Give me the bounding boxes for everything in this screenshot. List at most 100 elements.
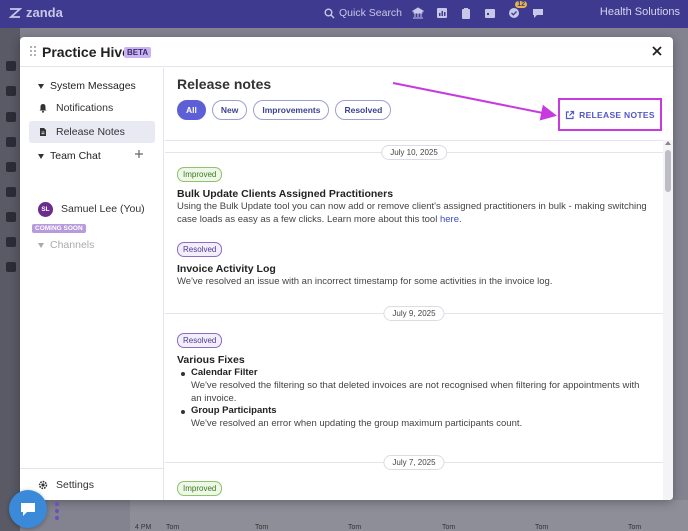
settings-nav-icon[interactable] xyxy=(6,237,16,247)
date-label: July 9, 2025 xyxy=(383,306,445,321)
background-calendar-row: 4 PM Tom Tom Tom Tom Tom Tom xyxy=(130,500,688,531)
billing-nav-icon[interactable] xyxy=(6,112,16,122)
filter-resolved[interactable]: Resolved xyxy=(335,100,392,120)
account-menu[interactable]: Health Solutions xyxy=(600,6,680,18)
chevron-down-icon xyxy=(38,153,44,159)
documents-nav-icon[interactable] xyxy=(6,212,16,222)
coming-soon-badge: COMING SOON xyxy=(32,224,86,233)
filter-improvements[interactable]: Improvements xyxy=(253,100,330,120)
scroll-up-icon[interactable] xyxy=(665,141,671,145)
calendar-icon[interactable] xyxy=(484,7,496,19)
status-badge: Resolved xyxy=(177,242,223,257)
system-messages-section[interactable]: System Messages xyxy=(38,80,136,92)
section-label: System Messages xyxy=(50,80,136,92)
reports-icon[interactable] xyxy=(436,7,448,19)
date-divider: July 7, 2025 xyxy=(165,453,663,473)
background-calendar-grid xyxy=(672,150,688,530)
zanda-logo-icon xyxy=(8,7,22,18)
list-item: Calendar Filter xyxy=(181,367,651,380)
entry-body: We've resolved an issue with an incorrec… xyxy=(177,276,553,287)
bell-icon xyxy=(39,104,47,113)
release-notes-link-button[interactable]: RELEASE NOTES xyxy=(558,98,662,131)
channels-section: Channels xyxy=(38,239,94,251)
calendar-event[interactable]: Tom xyxy=(442,524,455,531)
status-badge: Improved xyxy=(177,481,223,496)
help-nav-icon[interactable] xyxy=(6,262,16,272)
chevron-down-icon xyxy=(38,242,44,248)
calendar-event[interactable]: Tom xyxy=(348,524,361,531)
entry-body-line: case loads as easy as a few clicks. Lear… xyxy=(177,214,653,227)
feed-scrollbar[interactable] xyxy=(663,140,673,500)
more-icon[interactable] xyxy=(52,500,62,522)
date-label: July 7, 2025 xyxy=(383,455,445,470)
plus-icon xyxy=(135,150,143,158)
section-label: Channels xyxy=(50,239,95,251)
chevron-down-icon xyxy=(38,83,44,89)
sidebar-item-label: Notifications xyxy=(56,102,114,114)
status-badge: Improved xyxy=(177,167,223,182)
bank-icon[interactable] xyxy=(411,7,425,19)
calendar-time-label: 4 PM xyxy=(135,524,152,531)
page-title: Release notes xyxy=(177,76,272,92)
release-notes-feed: July 10, 2025 Improved Bulk Update Clien… xyxy=(165,140,663,500)
list-item-heading: Group Participants xyxy=(191,405,277,416)
modal-header: Practice Hive BETA xyxy=(20,37,673,67)
calendar-event[interactable]: Tom xyxy=(255,524,268,531)
tools-nav-icon[interactable] xyxy=(6,187,16,197)
date-label: July 10, 2025 xyxy=(381,145,447,160)
filter-all[interactable]: All xyxy=(177,100,206,120)
chat-bubble-icon xyxy=(21,503,35,516)
status-badge: Resolved xyxy=(177,333,223,348)
notification-count-badge: 12 xyxy=(515,1,527,8)
release-notes-panel: Release notes All New Improvements Resol… xyxy=(165,68,673,500)
entry-title: Bulk Update Clients Assigned Practitione… xyxy=(177,188,394,200)
tasks-icon[interactable]: 12 xyxy=(508,1,527,19)
chat-launcher-button[interactable] xyxy=(9,490,47,528)
calendar-event[interactable]: Tom xyxy=(166,524,179,531)
reports-nav-icon[interactable] xyxy=(6,162,16,172)
calendar-nav-icon[interactable] xyxy=(6,61,16,71)
calendar-event[interactable]: Tom xyxy=(628,524,641,531)
chat-icon[interactable] xyxy=(532,7,544,19)
team-chat-section[interactable]: Team Chat xyxy=(38,150,101,162)
sidebar-item-samuel-lee[interactable]: SL Samuel Lee (You) xyxy=(29,198,155,220)
section-label: Team Chat xyxy=(50,150,101,162)
modal-title: Practice Hive xyxy=(42,44,130,60)
add-chat-button[interactable] xyxy=(134,148,144,162)
entry-title: Invoice Activity Log xyxy=(177,263,276,275)
entry-title: Various Fixes xyxy=(177,354,245,366)
list-item-line: We've resolved the filtering so that del… xyxy=(191,380,640,391)
search-icon xyxy=(324,8,335,18)
list-item-text: We've resolved an error when updating th… xyxy=(191,418,523,429)
clients-nav-icon[interactable] xyxy=(6,86,16,96)
filter-tabs: All New Improvements Resolved xyxy=(177,100,392,120)
list-item-text: We've resolved the filtering so that del… xyxy=(191,380,651,405)
date-divider: July 10, 2025 xyxy=(165,143,663,163)
document-icon xyxy=(40,128,46,136)
scroll-thumb[interactable] xyxy=(665,150,671,192)
zanda-logo[interactable]: zanda xyxy=(8,5,63,20)
drag-handle-icon[interactable] xyxy=(30,46,38,58)
sidebar-item-notifications[interactable]: Notifications xyxy=(29,97,155,119)
list-item: Group Participants xyxy=(181,405,651,418)
filter-new[interactable]: New xyxy=(211,100,248,120)
sidebar-item-label: Release Notes xyxy=(56,126,125,138)
avatar: SL xyxy=(38,201,53,217)
top-navigation-bar: zanda Quick Search 12 Health Solutions xyxy=(0,0,688,28)
practice-hive-modal: Practice Hive BETA System Messages Notif… xyxy=(20,37,673,500)
quick-search[interactable]: Quick Search xyxy=(324,7,402,19)
logo-text: zanda xyxy=(26,5,63,20)
practice-hive-sidebar: System Messages Notifications Release No… xyxy=(20,68,164,500)
external-link-icon xyxy=(566,110,575,119)
close-button[interactable] xyxy=(649,43,665,59)
close-icon xyxy=(652,46,662,56)
settings-label: Settings xyxy=(56,479,94,491)
date-divider: July 9, 2025 xyxy=(165,304,663,324)
learn-more-link[interactable]: here xyxy=(440,214,459,225)
settings-button[interactable]: Settings xyxy=(38,479,94,491)
messages-nav-icon[interactable] xyxy=(6,137,16,147)
clipboard-icon[interactable] xyxy=(460,7,472,19)
calendar-event[interactable]: Tom xyxy=(535,524,548,531)
gear-icon xyxy=(38,480,48,490)
sidebar-item-release-notes[interactable]: Release Notes xyxy=(29,121,155,143)
